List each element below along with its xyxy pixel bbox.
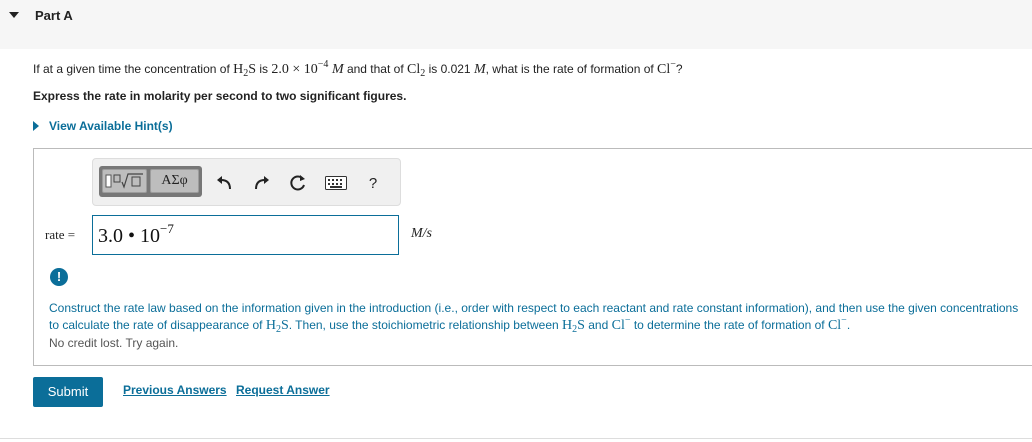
- math-toolbar: ΑΣφ ?: [92, 158, 401, 206]
- answer-unit: M/s: [411, 226, 432, 241]
- collapse-arrow-icon[interactable]: [9, 12, 19, 18]
- templates-icon: [105, 173, 143, 189]
- expand-arrow-icon: [33, 121, 39, 131]
- template-group: ΑΣφ: [99, 166, 202, 197]
- no-credit-text: No credit lost. Try again.: [49, 336, 179, 350]
- view-hints-link[interactable]: View Available Hint(s): [33, 119, 173, 133]
- keyboard-icon[interactable]: [325, 173, 347, 193]
- question-text: If at a given time the concentration of …: [33, 59, 683, 79]
- submit-button[interactable]: Submit: [33, 377, 103, 407]
- instruction-text: Express the rate in molarity per second …: [33, 89, 407, 103]
- feedback-message: Construct the rate law based on the info…: [49, 301, 1019, 335]
- divider: [0, 438, 1032, 439]
- previous-answers-link[interactable]: Previous Answers: [123, 383, 227, 397]
- answer-label: rate =: [45, 227, 76, 242]
- greek-symbols-button[interactable]: ΑΣφ: [150, 169, 199, 193]
- hint-label: View Available Hint(s): [49, 119, 173, 133]
- undo-icon[interactable]: [214, 173, 234, 193]
- answer-value: 3.0 • 10−7: [98, 221, 174, 247]
- help-button[interactable]: ?: [363, 173, 383, 193]
- templates-button[interactable]: [102, 169, 147, 193]
- request-answer-link[interactable]: Request Answer: [236, 383, 330, 397]
- reset-icon[interactable]: [288, 173, 308, 193]
- redo-icon[interactable]: [252, 173, 272, 193]
- part-title: Part A: [35, 8, 73, 23]
- answer-input[interactable]: 3.0 • 10−7: [92, 215, 399, 255]
- alert-icon: !: [50, 268, 68, 286]
- part-header: Part A: [0, 0, 1032, 49]
